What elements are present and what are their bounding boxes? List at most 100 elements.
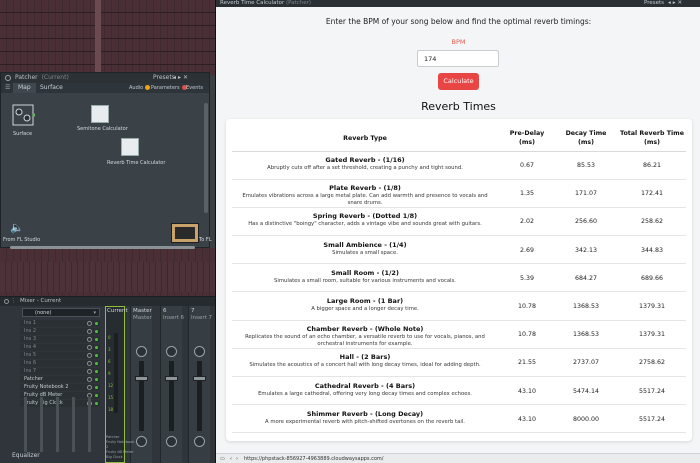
speaker-icon[interactable]: 🔈 xyxy=(10,221,24,234)
mix-knob-icon[interactable] xyxy=(87,361,92,366)
forward-icon[interactable]: › xyxy=(236,454,238,463)
surface-node[interactable] xyxy=(11,103,36,129)
fader-handle[interactable] xyxy=(165,376,178,381)
mixer-slot-label: Ins 2 xyxy=(24,328,37,334)
table-row: Small Ambience - (1/4) Simulates a small … xyxy=(232,237,686,265)
mixer-title: Mixer - Current xyxy=(20,298,62,304)
strip-7-sub: Insert 7 xyxy=(191,315,213,321)
mix-knob-icon[interactable] xyxy=(87,329,92,334)
mix-knob-icon[interactable] xyxy=(87,377,92,382)
enable-led-icon[interactable] xyxy=(95,354,98,357)
send-knob[interactable] xyxy=(194,436,205,447)
eq-slider[interactable] xyxy=(24,397,27,452)
enable-led-icon[interactable] xyxy=(95,362,98,365)
mix-knob-icon[interactable] xyxy=(87,369,92,374)
mixer-slot[interactable]: Ins 4 xyxy=(20,344,100,351)
gear-icon[interactable] xyxy=(4,299,9,304)
reverb-description: A bigger space and a longer decay time. xyxy=(311,306,419,312)
mix-knob-icon[interactable] xyxy=(87,385,92,390)
pan-knob[interactable] xyxy=(166,346,177,357)
to-fl-node[interactable] xyxy=(171,223,199,243)
mixer-titlebar[interactable]: ⋮ Mixer - Current xyxy=(0,297,215,306)
strip-insert-6[interactable]: 6 Insert 6 xyxy=(160,306,184,463)
status-parameters[interactable]: Parameters xyxy=(151,83,187,93)
strip-insert-7[interactable]: 7 Insert 7 xyxy=(188,306,213,463)
eq-slider[interactable] xyxy=(88,397,91,452)
current-strip[interactable]: Current 0 3 6 9 12 15 18 Patcher Fruity Notebo… xyxy=(105,306,135,463)
decay-value: 256.60 xyxy=(574,218,598,226)
rtc-presets[interactable]: Presets xyxy=(644,0,664,7)
mixer-slot[interactable]: Fruity Notebook 2 xyxy=(20,384,100,391)
patch-canvas[interactable]: Surface Semitone Calculator Reverb Time … xyxy=(1,93,212,247)
semitone-label: Semitone Calculator xyxy=(77,126,128,132)
enable-led-icon[interactable] xyxy=(95,346,98,349)
enable-led-icon[interactable] xyxy=(95,330,98,333)
pan-knob[interactable] xyxy=(194,346,205,357)
semitone-node[interactable] xyxy=(91,105,109,123)
enable-led-icon[interactable] xyxy=(95,370,98,373)
reverb-name: Cathedral Reverb - (4 Bars) xyxy=(314,381,416,390)
reverb-description: Abruptly cuts off after a set threshold,… xyxy=(267,165,463,171)
tab-map[interactable]: Map xyxy=(13,83,36,93)
volume-fader[interactable] xyxy=(139,361,144,431)
total-value: 172.41 xyxy=(640,190,664,198)
arrow-icons[interactable]: ◂▸✕ xyxy=(173,73,190,83)
enable-led-icon[interactable] xyxy=(95,394,98,397)
mixer-slot-label: Ins 6 xyxy=(24,360,37,366)
volume-fader[interactable] xyxy=(169,361,174,431)
mix-knob-icon[interactable] xyxy=(87,345,92,350)
mix-knob-icon[interactable] xyxy=(87,321,92,326)
patcher-presets[interactable]: Presets xyxy=(153,73,175,83)
gear-icon[interactable] xyxy=(5,75,11,81)
back-icon[interactable]: ‹ xyxy=(230,454,232,463)
mixer-slot[interactable]: Ins 1 xyxy=(20,320,100,327)
enable-led-icon[interactable] xyxy=(95,402,98,405)
table-row: Small Room - (1/2) Simulates a small room… xyxy=(232,265,686,293)
volume-fader[interactable] xyxy=(197,361,202,431)
reverb-node[interactable] xyxy=(121,138,139,156)
enable-led-icon[interactable] xyxy=(95,378,98,381)
mixer-slot[interactable]: Ins 2 xyxy=(20,328,100,335)
eq-slider[interactable] xyxy=(56,397,59,452)
mix-knob-icon[interactable] xyxy=(87,353,92,358)
enable-led-icon[interactable] xyxy=(95,322,98,325)
enable-led-icon[interactable] xyxy=(95,338,98,341)
strip-master-sub: Master xyxy=(133,315,152,321)
menu-icon[interactable]: ☰ xyxy=(5,83,10,93)
tab-surface[interactable]: Surface xyxy=(35,83,68,93)
calculate-button[interactable]: Calculate xyxy=(438,73,479,90)
send-knob[interactable] xyxy=(166,436,177,447)
arrow-icons[interactable]: ◂▸✕ xyxy=(668,0,684,7)
fader-handle[interactable] xyxy=(193,376,206,381)
folder-icon[interactable]: ▭ xyxy=(220,454,225,463)
mixer-slot[interactable]: Ins 7 xyxy=(20,368,100,375)
patcher-scrollbar[interactable] xyxy=(204,103,208,213)
decay-value: 342.13 xyxy=(574,246,598,254)
mixer-slot-label: Patcher xyxy=(24,376,43,382)
rtc-titlebar[interactable]: Reverb Time Calculator (Patcher) Presets… xyxy=(216,0,700,7)
patcher-hscrollbar[interactable] xyxy=(10,246,195,249)
total-value: 86.21 xyxy=(642,162,662,169)
mixer-slot[interactable]: Ins 5 xyxy=(20,352,100,359)
mixer-slot[interactable]: Patcher xyxy=(20,376,100,383)
mixer-slot-label: Ins 1 xyxy=(24,320,37,326)
bpm-input[interactable] xyxy=(417,50,499,67)
table-row: Shimmer Reverb - (Long Decay) A more expe… xyxy=(232,406,686,434)
eq-slider[interactable] xyxy=(72,397,75,452)
pan-knob[interactable] xyxy=(136,346,147,357)
predelay-value: 2.69 xyxy=(519,246,535,254)
mixer-slot[interactable]: Ins 6 xyxy=(20,360,100,367)
grip-icon[interactable]: ⋮ xyxy=(11,299,16,304)
footer-url[interactable]: https://phpstack-856927-4963889.cloudway… xyxy=(244,454,384,463)
status-audio[interactable]: Audio xyxy=(129,83,151,93)
mixer-input-select[interactable]: (none) ▾ xyxy=(22,308,100,317)
predelay-value: 10.78 xyxy=(517,331,537,339)
mixer-slot[interactable]: Ins 3 xyxy=(20,336,100,343)
fader-handle[interactable] xyxy=(135,376,148,381)
eq-slider[interactable] xyxy=(40,397,43,452)
enable-led-icon[interactable] xyxy=(95,386,98,389)
section-title: Reverb Times xyxy=(421,100,496,113)
patcher-titlebar[interactable]: Patcher (Current) Presets ◂▸✕ xyxy=(1,73,209,83)
mix-knob-icon[interactable] xyxy=(87,337,92,342)
send-knob[interactable] xyxy=(136,436,147,447)
